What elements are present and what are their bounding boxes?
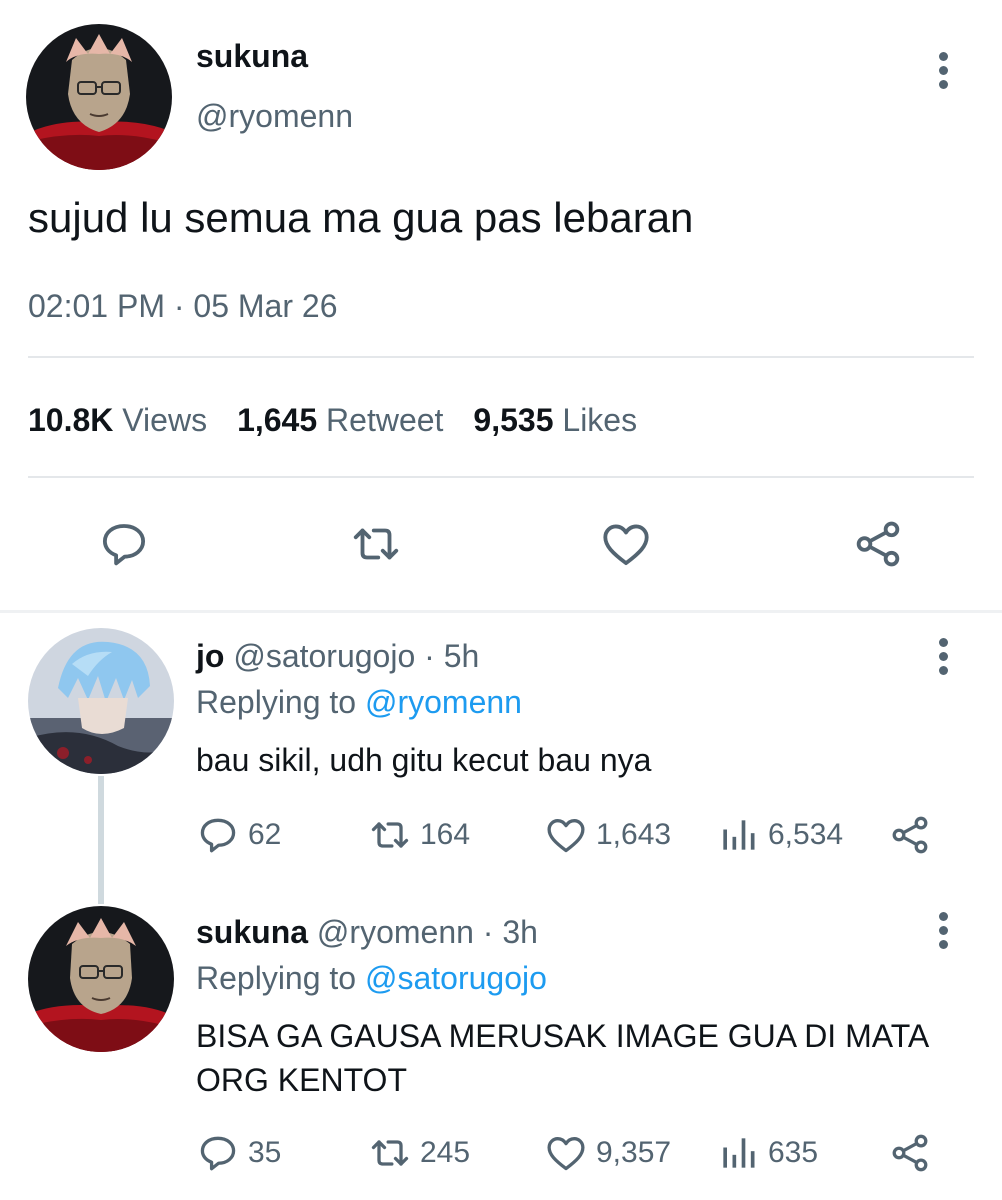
like-button[interactable]: 9,357	[544, 1128, 671, 1178]
reply-icon	[102, 524, 146, 566]
main-tweet: sukuna @ryomenn sujud lu semua ma gua pa…	[0, 0, 1002, 612]
reply-text: bau sikil, udh gitu kecut bau nya	[196, 742, 652, 778]
like-icon	[547, 819, 585, 853]
more-options-icon[interactable]	[928, 908, 958, 952]
reply-count: 35	[248, 1136, 282, 1169]
more-options-icon[interactable]	[928, 634, 958, 678]
reply-button[interactable]: 35	[196, 1128, 281, 1178]
reply-actions: 62 164 1,643 6,534	[196, 810, 976, 860]
like-icon	[603, 524, 649, 566]
avatar-image	[28, 628, 174, 774]
share-icon	[856, 521, 900, 567]
reply-author-name[interactable]: sukuna	[196, 914, 308, 950]
author-name[interactable]: sukuna	[196, 36, 308, 76]
share-button[interactable]	[848, 514, 908, 574]
like-count: 9,357	[596, 1136, 672, 1169]
avatar-image	[28, 906, 174, 1052]
likes-count: 9,535	[473, 402, 554, 438]
author-handle[interactable]: @ryomenn	[196, 96, 353, 136]
more-options-icon[interactable]	[928, 48, 958, 92]
retweet-icon	[353, 528, 399, 560]
reply-header: sukuna @ryomenn · 3h	[196, 912, 538, 952]
reply-count: 62	[248, 818, 282, 851]
reply-header: jo @satorugojo · 5h	[196, 636, 479, 676]
like-button[interactable]: 1,643	[544, 810, 671, 860]
reply-button[interactable]: 62	[196, 810, 281, 860]
retweet-button[interactable]: 164	[368, 810, 470, 860]
reply-text: BISA GA GAUSA MERUSAK IMAGE GUA DI MATA …	[196, 1018, 928, 1098]
reply-handle-time[interactable]: @satorugojo · 5h	[233, 638, 479, 674]
replying-to: Replying to @ryomenn	[196, 682, 522, 722]
views-icon	[723, 1138, 755, 1168]
retweet-count: 164	[420, 818, 471, 851]
tweet-timestamp: 02:01 PM · 05 Mar 26	[28, 288, 338, 324]
views-button[interactable]: 635	[716, 1128, 818, 1178]
retweet-icon	[371, 1140, 409, 1166]
views-label: Views	[122, 402, 208, 438]
divider	[28, 476, 974, 478]
views-button[interactable]: 6,534	[716, 810, 843, 860]
share-icon	[892, 816, 928, 854]
avatar[interactable]	[26, 24, 172, 170]
replying-to-mention[interactable]: @ryomenn	[365, 684, 522, 720]
retweet-icon	[371, 822, 409, 848]
share-icon	[892, 1134, 928, 1172]
like-button[interactable]	[596, 514, 656, 574]
like-count: 1,643	[596, 818, 672, 851]
reply-icon	[200, 1136, 236, 1171]
reply-button[interactable]	[94, 514, 154, 574]
likes-stat[interactable]: 9,535 Likes	[473, 400, 637, 440]
like-icon	[547, 1137, 585, 1171]
section-separator	[0, 610, 1002, 613]
retweet-button[interactable]: 245	[368, 1128, 470, 1178]
reply-icon	[200, 818, 236, 853]
retweet-count: 245	[420, 1136, 471, 1169]
views-count: 10.8K	[28, 402, 114, 438]
views-icon	[723, 820, 755, 850]
reply-handle-time[interactable]: @ryomenn · 3h	[317, 914, 538, 950]
avatar[interactable]	[28, 906, 174, 1052]
retweets-label: Retweet	[326, 402, 444, 438]
avatar-image	[26, 24, 172, 170]
share-button[interactable]	[888, 810, 932, 860]
replying-to: Replying to @satorugojo	[196, 958, 547, 998]
replying-to-label: Replying to	[196, 960, 357, 996]
reply-author-name[interactable]: jo	[196, 638, 224, 674]
views-count: 635	[768, 1136, 819, 1169]
likes-label: Likes	[562, 402, 638, 438]
views-count: 6,534	[768, 818, 844, 851]
replying-to-mention[interactable]: @satorugojo	[365, 960, 547, 996]
avatar[interactable]	[28, 628, 174, 774]
divider	[28, 356, 974, 358]
views-stat[interactable]: 10.8K Views	[28, 400, 207, 440]
replying-to-label: Replying to	[196, 684, 357, 720]
share-button[interactable]	[888, 1128, 932, 1178]
tweet-stats: 10.8K Views 1,645 Retweet 9,535 Likes	[28, 400, 667, 440]
retweet-button[interactable]	[346, 514, 406, 574]
tweet-text: sujud lu semua ma gua pas lebaran	[28, 194, 694, 241]
thread-line	[98, 776, 104, 904]
retweets-count: 1,645	[237, 402, 318, 438]
retweets-stat[interactable]: 1,645 Retweet	[237, 400, 443, 440]
reply-actions: 35 245 9,357 635	[196, 1128, 976, 1178]
